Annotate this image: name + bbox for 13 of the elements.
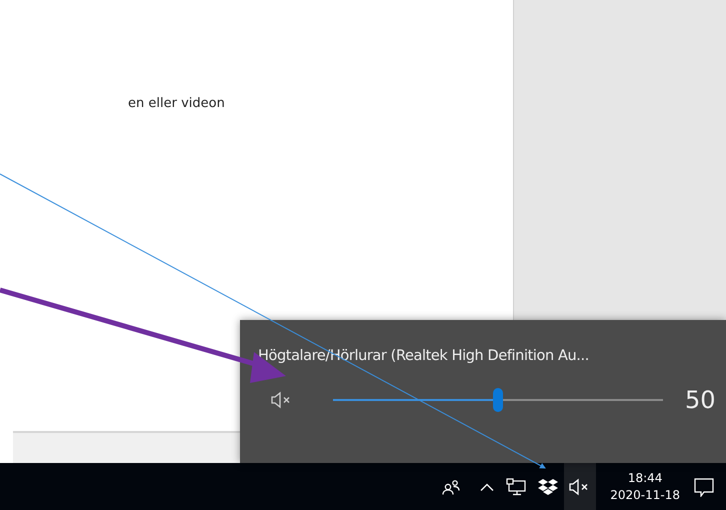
- clock[interactable]: 18:44 2020-11-18: [610, 470, 680, 504]
- notifications-icon[interactable]: [694, 476, 714, 496]
- volume-button[interactable]: [564, 463, 596, 510]
- volume-slider[interactable]: [333, 388, 663, 412]
- dropbox-icon[interactable]: [538, 478, 558, 495]
- clock-time: 18:44: [628, 470, 662, 486]
- volume-value: 50: [685, 386, 716, 414]
- chevron-up-icon[interactable]: [480, 482, 494, 490]
- document-text: en eller videon: [128, 96, 225, 111]
- network-icon[interactable]: [506, 478, 526, 496]
- slider-thumb[interactable]: [493, 388, 503, 412]
- clock-date: 2020-11-18: [610, 486, 680, 504]
- people-icon[interactable]: [442, 478, 460, 494]
